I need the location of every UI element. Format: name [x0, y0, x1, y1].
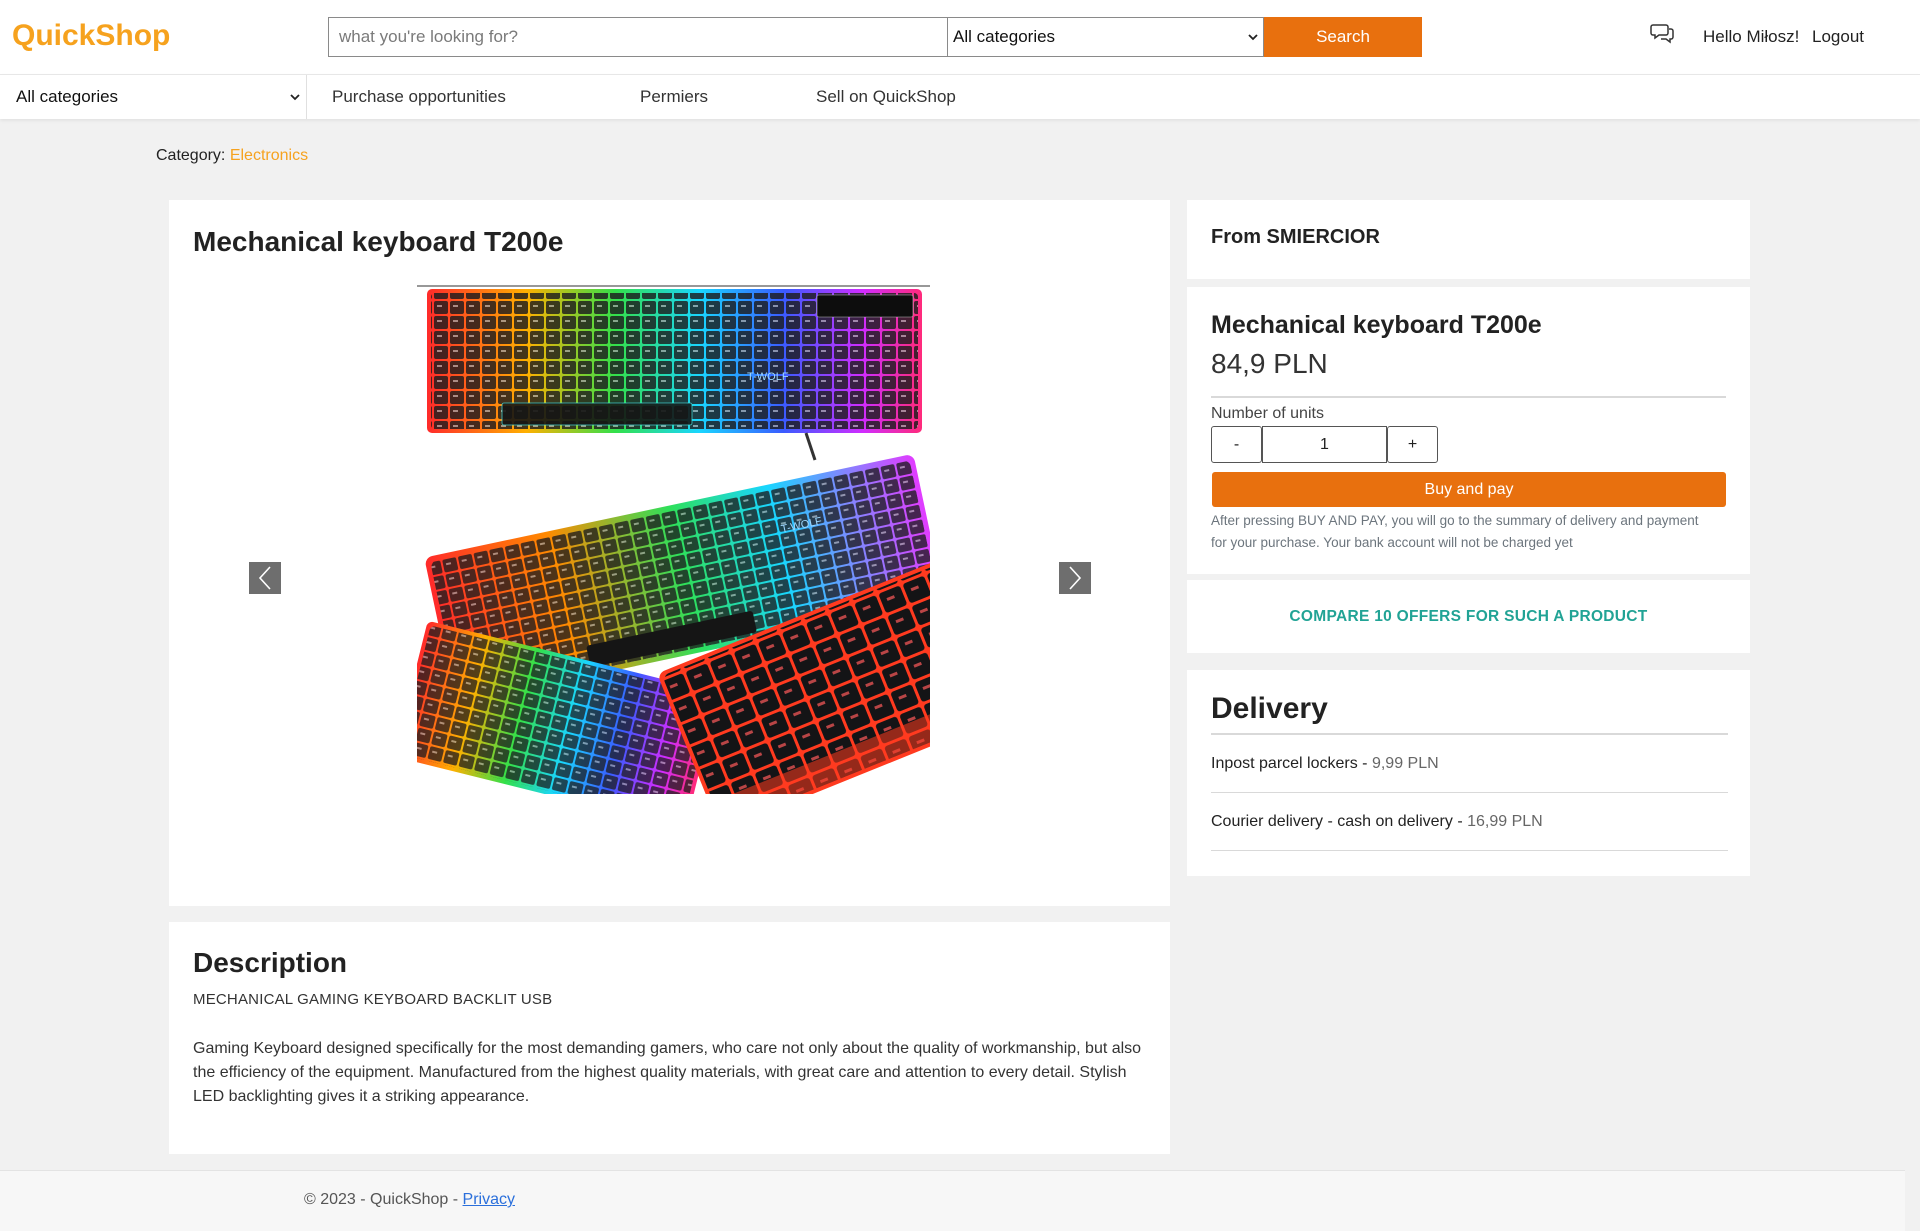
- product-image: T-WOLF T-WOLF: [395, 285, 1015, 829]
- description-body: Gaming Keyboard designed specifically fo…: [193, 1040, 1142, 1105]
- breadcrumb-category-link[interactable]: Electronics: [230, 147, 308, 164]
- description-subtitle: MECHANICAL GAMING KEYBOARD BACKLIT USB: [193, 991, 553, 1008]
- logout-link[interactable]: Logout: [1812, 27, 1864, 47]
- quantity-increase-button[interactable]: +: [1387, 426, 1438, 463]
- quantity-input[interactable]: 1: [1262, 426, 1387, 463]
- search-input[interactable]: [328, 17, 948, 57]
- delivery-option-name: Courier delivery - cash on delivery -: [1211, 813, 1468, 830]
- carousel-prev-button[interactable]: [249, 562, 281, 594]
- search-category-select[interactable]: All categories: [947, 17, 1264, 57]
- buy-note: After pressing BUY AND PAY, you will go …: [1211, 513, 1699, 550]
- product-price: 84,9 PLN: [1211, 348, 1328, 379]
- description-title: Description: [193, 947, 348, 978]
- chevron-down-icon: [1248, 33, 1258, 40]
- delivery-option-price: 9,99 PLN: [1371, 755, 1439, 772]
- divider: [1211, 396, 1726, 398]
- chevron-left-icon: [258, 566, 271, 590]
- image-brand-text: T-WOLF: [747, 371, 789, 383]
- search-button[interactable]: Search: [1264, 17, 1422, 57]
- nav-category-select[interactable]: All categories: [0, 75, 307, 119]
- privacy-link[interactable]: Privacy: [463, 1191, 515, 1208]
- units-label: Number of units: [1211, 405, 1324, 422]
- copyright: © 2023 - QuickShop -: [304, 1191, 463, 1208]
- logo[interactable]: QuickShop: [12, 19, 170, 53]
- chat-icon[interactable]: [1650, 22, 1674, 44]
- delivery-option: Inpost parcel lockers - 9,99 PLN: [1211, 755, 1439, 773]
- footer-text: © 2023 - QuickShop - Privacy: [304, 1191, 515, 1209]
- purchase-product-title: Mechanical keyboard T200e: [1211, 311, 1542, 339]
- compare-offers-link[interactable]: COMPARE 10 OFFERS FOR SUCH A PRODUCT: [1187, 580, 1750, 653]
- chevron-right-icon: [1069, 566, 1082, 590]
- category-navbar: All categories Purchase opportunities Pe…: [0, 74, 1920, 119]
- delivery-title: Delivery: [1211, 692, 1328, 725]
- divider: [1211, 733, 1728, 735]
- nav-link-permiers[interactable]: Permiers: [640, 87, 708, 107]
- search-category-value: All categories: [953, 27, 1056, 46]
- delivery-option: Courier delivery - cash on delivery - 16…: [1211, 813, 1543, 831]
- nav-link-purchase-opportunities[interactable]: Purchase opportunities: [332, 87, 506, 107]
- delivery-option-price: 16,99 PLN: [1467, 813, 1543, 830]
- carousel-next-button[interactable]: [1059, 562, 1091, 594]
- buy-and-pay-button[interactable]: Buy and pay: [1212, 472, 1726, 507]
- footer: © 2023 - QuickShop - Privacy: [0, 1170, 1905, 1231]
- seller-name[interactable]: From SMIERCIOR: [1211, 226, 1380, 249]
- top-header: QuickShop All categories Search Hello Mi…: [0, 0, 1920, 74]
- breadcrumb-label: Category:: [156, 147, 226, 164]
- nav-category-value: All categories: [16, 87, 119, 106]
- delivery-option-name: Inpost parcel lockers -: [1211, 755, 1372, 772]
- keyboard-illustration: T-WOLF T-WOLF: [395, 285, 1015, 829]
- nav-link-sell[interactable]: Sell on QuickShop: [816, 87, 956, 107]
- user-greeting[interactable]: Hello Miłosz!: [1703, 27, 1799, 47]
- quantity-decrease-button[interactable]: -: [1211, 426, 1262, 463]
- divider: [1211, 792, 1728, 793]
- divider: [1211, 850, 1728, 851]
- breadcrumb: Category: Electronics: [156, 147, 308, 165]
- product-title: Mechanical keyboard T200e: [193, 226, 564, 257]
- chevron-down-icon: [290, 93, 300, 100]
